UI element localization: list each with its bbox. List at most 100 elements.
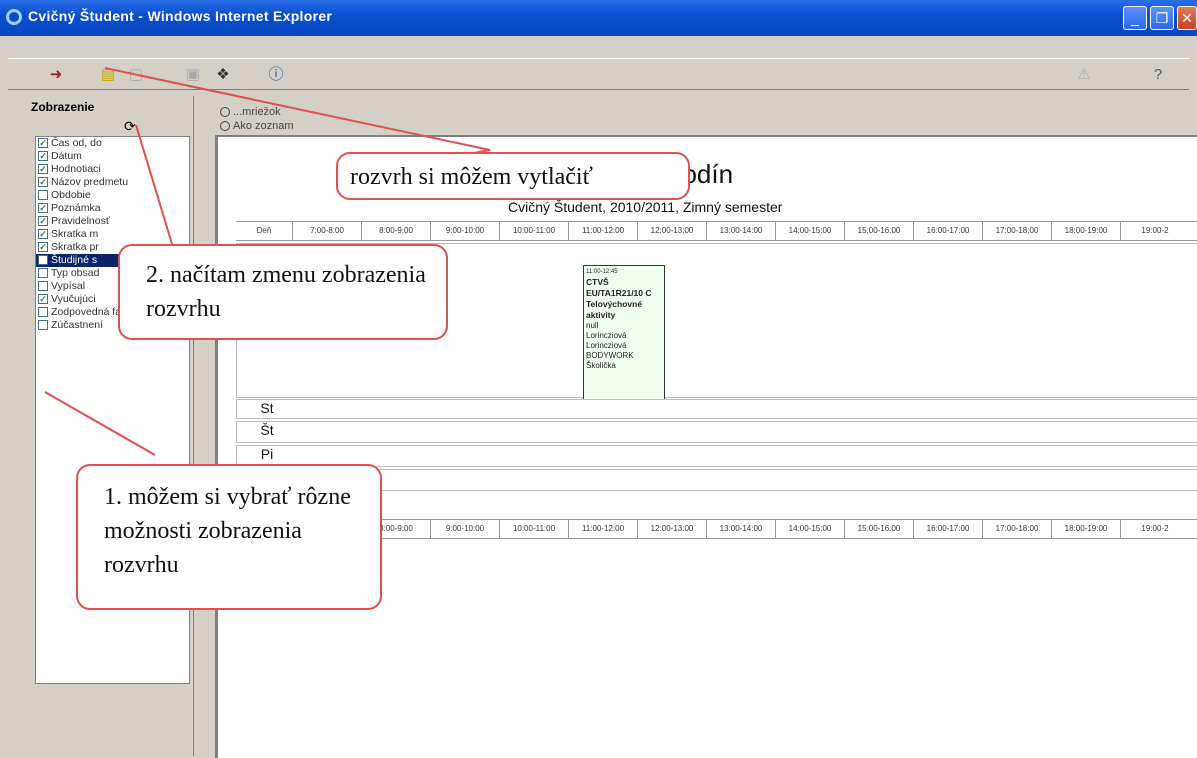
display-option-item[interactable]: ✓ Dátum [36, 150, 189, 163]
ie-logo-icon [6, 9, 22, 25]
warning-icon: ⚠ [1077, 66, 1091, 83]
disabled-icon: ▣ [185, 66, 201, 83]
day-label: Št [260, 422, 274, 438]
radio-list-label: Ako zoznam [233, 120, 294, 132]
checkbox-icon[interactable] [38, 320, 48, 330]
display-option-label: Vypísal [51, 280, 86, 292]
time-slot-cell: 7:00-8:00 [292, 222, 361, 240]
event-room: BODYWORK [586, 351, 634, 360]
time-slot-cell: 12:00-13:00 [637, 222, 706, 240]
checked-checkbox-icon[interactable]: ✓ [38, 229, 48, 239]
day-row: Pi [236, 445, 1197, 467]
time-slot-cell: 9:00-10:00 [430, 222, 499, 240]
refresh-icon[interactable]: ⟳ [124, 118, 136, 135]
maximize-button[interactable]: ❐ [1150, 6, 1174, 30]
display-option-item[interactable]: ✓ Čas od, do [36, 137, 189, 150]
day-label: Pi [260, 446, 274, 462]
display-option-label: Typ obsad [51, 267, 100, 279]
time-slot-cell: 17:00-18:00 [982, 520, 1051, 538]
day-label: St [260, 400, 274, 416]
event-place: Školička [586, 361, 616, 370]
radio-grid-label: ...mriežok [233, 106, 281, 118]
event-time: 11:00-12:45 [586, 269, 618, 275]
export-icon[interactable]: ❖ [213, 65, 233, 85]
display-option-item[interactable]: ✓ Pravidelnosť [36, 215, 189, 228]
checked-checkbox-icon[interactable]: ✓ [38, 177, 48, 187]
time-slot-cell: 16:00-17:00 [913, 520, 982, 538]
title-bar: Cvičný Študent - Windows Internet Explor… [0, 0, 1197, 36]
time-slot-cell: 14:00-15:00 [775, 222, 844, 240]
time-slot-cell: 19:00-2 [1120, 520, 1189, 538]
callout-reload: 2. načítam zmenu zobrazenia rozvrhu [118, 244, 448, 340]
display-option-label: Dátum [51, 150, 82, 162]
time-slot-cell: 10:00-11:00 [499, 520, 568, 538]
checkbox-icon[interactable] [38, 307, 48, 317]
time-slot-cell: 14:00-15:00 [775, 520, 844, 538]
event-teacher: Lorincziová [586, 331, 627, 340]
minimize-button[interactable]: _ [1123, 6, 1147, 30]
checkbox-icon[interactable] [38, 255, 48, 265]
print-icon[interactable]: ▤ [98, 65, 118, 85]
display-option-label: Skratka m [51, 228, 99, 240]
event-teacher: Lorincziová [586, 341, 627, 350]
schedule-event[interactable]: 11:00-12:45 CTVŠ EU/TA1R21/10 C Telových… [583, 265, 665, 400]
toolbar: ➜ ▤ ▢ ▣ ❖ ⓘ ⚠ ? [8, 58, 1189, 90]
checked-checkbox-icon[interactable]: ✓ [38, 151, 48, 161]
time-slot-cell: 16:00-17:00 [913, 222, 982, 240]
radio-grid[interactable]: ...mriežok [220, 106, 294, 120]
radio-list[interactable]: Ako zoznam [220, 120, 294, 134]
display-option-item[interactable]: Obdobie [36, 189, 189, 202]
display-option-label: Hodnotiaci [51, 163, 101, 175]
schedule-subtitle: Cvičný Študent, 2010/2011, Zimný semeste… [508, 199, 783, 215]
day-row: Št [236, 421, 1197, 443]
day-row: St [236, 399, 1197, 419]
checked-checkbox-icon[interactable]: ✓ [38, 164, 48, 174]
time-header-row: Deň 7:00-8:00 8:00-9:00 9:00-10:00 10:00-11:… [236, 221, 1197, 241]
window-title: Cvičný Študent - Windows Internet Explor… [28, 8, 333, 24]
display-option-label: Poznámka [51, 202, 101, 214]
display-option-item[interactable]: ✓ Skratka m [36, 228, 189, 241]
callout-choose: 1. môžem si vybrať rôzne možnosti zobraz… [76, 464, 382, 610]
help-icon[interactable]: ? [1148, 65, 1168, 85]
checked-checkbox-icon[interactable]: ✓ [38, 294, 48, 304]
checked-checkbox-icon[interactable]: ✓ [38, 138, 48, 148]
schedule-panel: hodín Cvičný Študent, 2010/2011, Zimný s… [215, 135, 1197, 758]
display-option-label: Čas od, do [51, 137, 102, 149]
time-slot-cell: 15:00-16:00 [844, 520, 913, 538]
checkbox-icon[interactable] [38, 268, 48, 278]
display-option-label: Obdobie [51, 189, 91, 201]
time-slot-cell: 11:00-12:00 [568, 520, 637, 538]
checked-checkbox-icon[interactable]: ✓ [38, 242, 48, 252]
time-slot-cell: 15:00-16:00 [844, 222, 913, 240]
display-option-item[interactable]: ✓ Názov predmetu [36, 176, 189, 189]
radio-icon[interactable] [220, 107, 230, 118]
event-name: Telovýchovné aktivity [586, 299, 643, 320]
radio-icon[interactable] [220, 121, 230, 132]
checked-checkbox-icon[interactable]: ✓ [38, 216, 48, 226]
exit-icon[interactable]: ➜ [46, 65, 66, 85]
display-option-label: Študijné s [51, 254, 98, 266]
checkbox-icon[interactable] [38, 190, 48, 200]
event-note: null [586, 321, 599, 330]
display-option-label: Pravidelnosť [51, 215, 110, 227]
callout-print: rozvrh si môžem vytlačiť [336, 152, 690, 200]
time-slot-cell: 11:00-12:00 [568, 222, 637, 240]
time-slot-cell: 17:00-18:00 [982, 222, 1051, 240]
time-slot-cell: 8:00-9:00 [361, 222, 430, 240]
day-header-cell: Deň [256, 226, 272, 235]
display-option-label: Zúčastnení [51, 319, 103, 331]
checked-checkbox-icon[interactable]: ✓ [38, 203, 48, 213]
disabled-icon: ▢ [128, 66, 144, 83]
display-option-item[interactable]: ✓ Hodnotiaci [36, 163, 189, 176]
event-code: CTVŠ [586, 277, 609, 287]
checkbox-icon[interactable] [38, 281, 48, 291]
close-button[interactable]: ✕ [1177, 6, 1197, 30]
display-option-item[interactable]: ✓ Poznámka [36, 202, 189, 215]
time-slot-cell: 18:00-19:00 [1051, 222, 1120, 240]
time-slot-cell: 9:00-10:00 [430, 520, 499, 538]
info-icon[interactable]: ⓘ [266, 65, 286, 85]
display-option-label: Skratka pr [51, 241, 99, 253]
display-option-label: Vyučujúci [51, 293, 96, 305]
sidebar-heading: Zobrazenie [31, 100, 95, 114]
time-slot-cell: 12:00-13:00 [637, 520, 706, 538]
